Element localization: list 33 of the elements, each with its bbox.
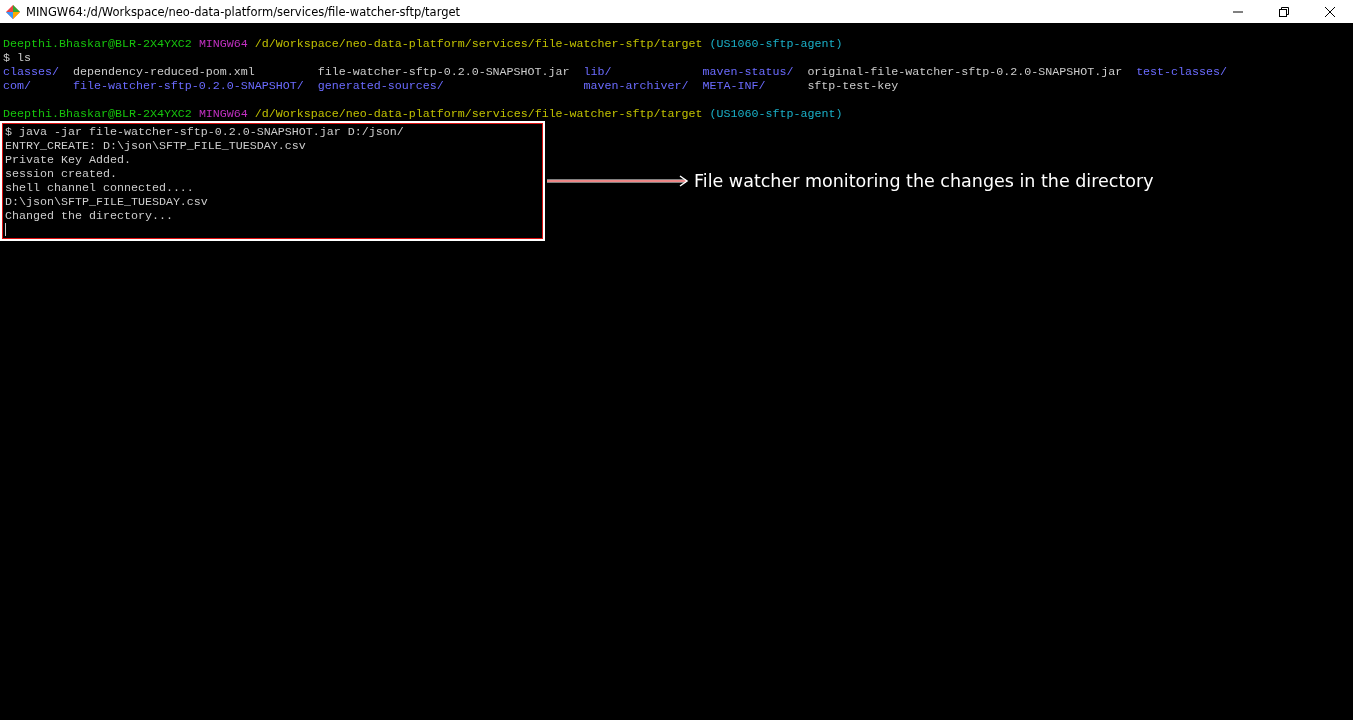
output-line: Changed the directory... xyxy=(5,209,173,223)
output-line: shell channel connected.... xyxy=(5,181,194,195)
directory-name: file-watcher-sftp-0.2.0-SNAPSHOT/ xyxy=(72,79,304,93)
prompt-path: /d/Workspace/neo-data-platform/services/file-watcher-sftp/target xyxy=(254,37,703,51)
command-line: $ ls xyxy=(3,51,31,65)
output-line: ENTRY_CREATE: D:\json\SFTP_FILE_TUESDAY.csv xyxy=(5,139,306,153)
restore-icon xyxy=(1279,6,1289,17)
directory-name: maven-archiver/ xyxy=(583,79,689,93)
window-title: MINGW64:/d/Workspace/neo-data-platform/services/file-watcher-sftp/target xyxy=(26,4,462,19)
output-line: D:\json\SFTP_FILE_TUESDAY.csv xyxy=(5,195,208,209)
directory-name: classes/ xyxy=(3,65,59,79)
prompt-branch: (US1060-sftp-agent) xyxy=(709,37,843,51)
file-name: dependency-reduced-pom.xml xyxy=(72,65,255,79)
directory-name: META-INF/ xyxy=(702,79,766,93)
prompt-user-host: Deepthi.Bhaskar@BLR-2X4YXC2 xyxy=(3,37,192,51)
prompt-branch: (US1060-sftp-agent) xyxy=(709,107,843,121)
directory-name: generated-sources/ xyxy=(317,79,444,93)
file-name: file-watcher-sftp-0.2.0-SNAPSHOT.jar xyxy=(317,65,570,79)
prompt-shell: MINGW64 xyxy=(198,107,248,121)
output-line: $ java -jar file-watcher-sftp-0.2.0-SNAPSHOT.jar D:/json/ xyxy=(5,125,404,139)
app-icon xyxy=(6,4,20,19)
close-icon xyxy=(1325,6,1335,17)
file-name: sftp-test-key xyxy=(807,79,899,93)
directory-name: maven-status/ xyxy=(702,65,794,79)
output-line: session created. xyxy=(5,167,117,181)
prompt-user-host: Deepthi.Bhaskar@BLR-2X4YXC2 xyxy=(3,107,192,121)
prompt-shell: MINGW64 xyxy=(198,37,248,51)
file-name: original-file-watcher-sftp-0.2.0-SNAPSHOT.jar xyxy=(807,65,1123,79)
directory-name: lib/ xyxy=(583,65,612,79)
output-line: Private Key Added. xyxy=(5,153,131,167)
directory-name: test-classes/ xyxy=(1136,65,1228,79)
directory-name: com/ xyxy=(3,79,31,93)
prompt-path: /d/Workspace/neo-data-platform/services/file-watcher-sftp/target xyxy=(254,107,703,121)
